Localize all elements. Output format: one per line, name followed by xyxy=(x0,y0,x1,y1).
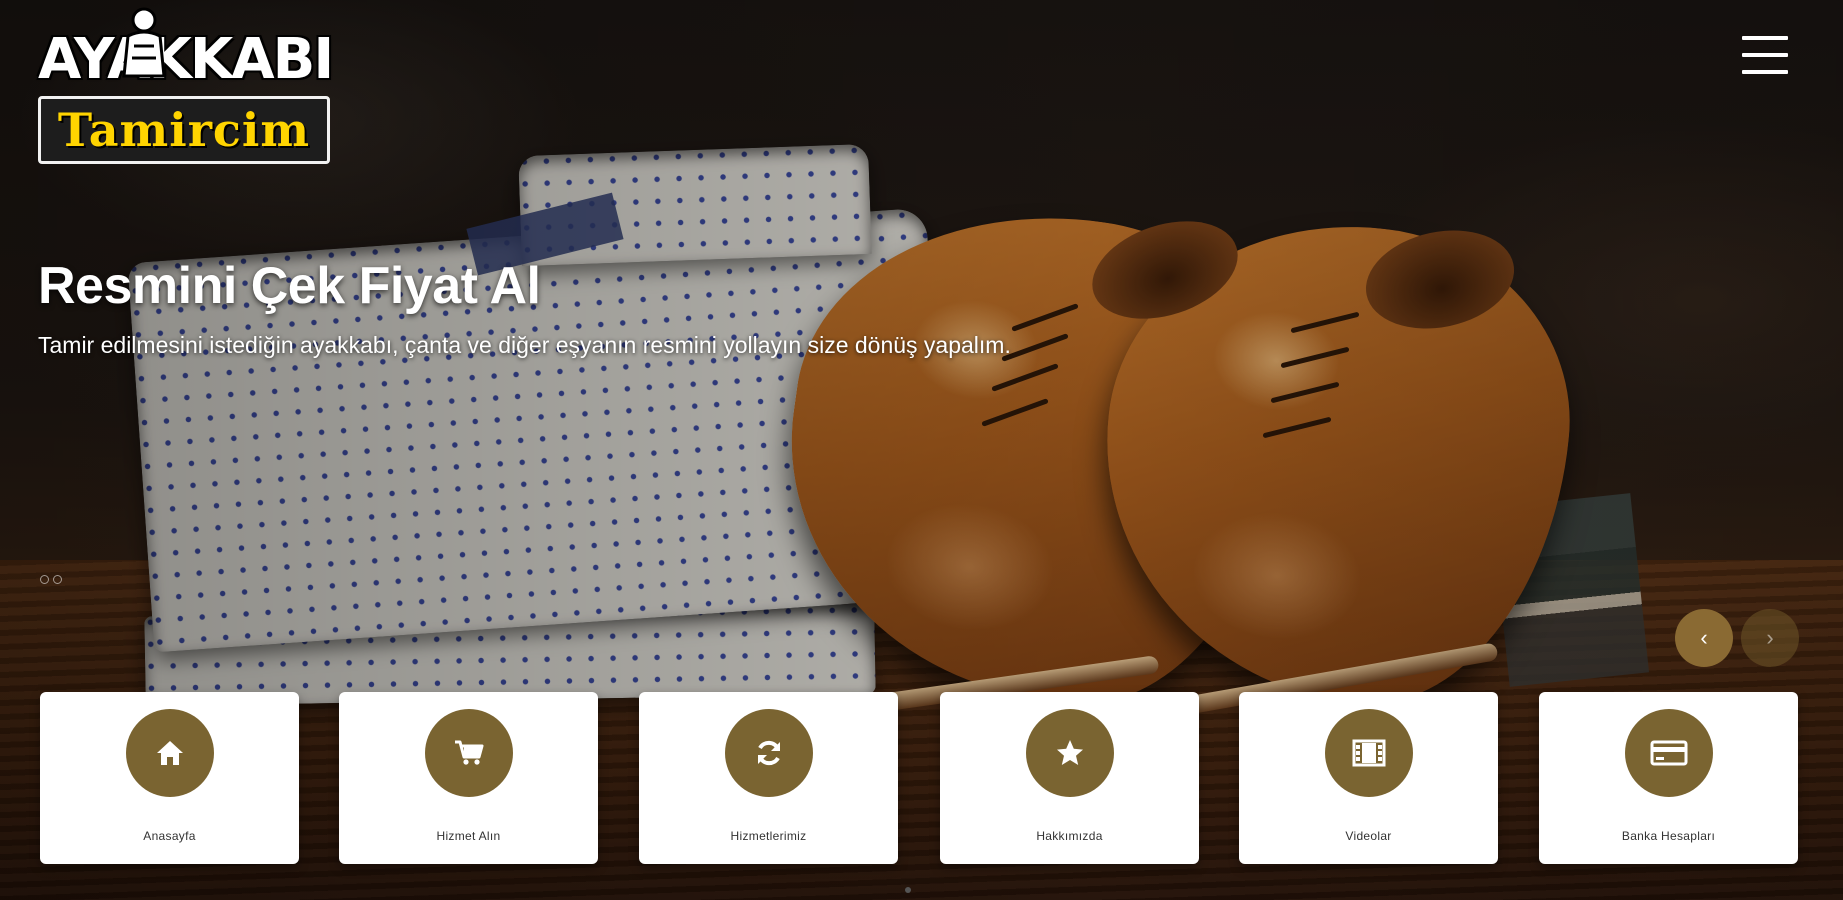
quick-nav-cards: Anasayfa Hizmet Alın Hizmetlerimiz Hakkı… xyxy=(40,692,1800,864)
slide-subtitle: Tamir edilmesini istediğin ayakkabı, çan… xyxy=(38,332,1011,358)
logo-text-top: AYAKKABI xyxy=(38,27,334,92)
icon-circle xyxy=(724,709,813,797)
cobbler-figure-icon xyxy=(122,7,166,78)
icon-circle xyxy=(424,709,513,797)
site-logo[interactable]: AYAKKABI Tamircim xyxy=(38,7,334,164)
star-icon xyxy=(1056,740,1083,765)
nav-card-label: Hizmet Alın xyxy=(436,829,501,843)
nav-card-label: Banka Hesapları xyxy=(1621,829,1716,843)
logo-text-bottom: Tamircim xyxy=(57,103,311,157)
nav-card-label: Hizmetlerimiz xyxy=(730,829,807,843)
slider-next-button[interactable]: › xyxy=(1741,609,1799,667)
nav-card-videolar[interactable]: Videolar xyxy=(1239,692,1498,864)
icon-circle xyxy=(125,709,214,797)
slider-dot[interactable] xyxy=(40,575,49,584)
slide-title: Resmini Çek Fiyat Al xyxy=(38,257,541,315)
film-icon xyxy=(1352,739,1385,767)
chevron-left-icon: ‹ xyxy=(1700,625,1708,650)
nav-card-anasayfa[interactable]: Anasayfa xyxy=(40,692,299,864)
menu-bar xyxy=(1742,53,1788,57)
refresh-icon xyxy=(757,740,780,766)
bottom-pagination xyxy=(905,887,911,893)
slider-pagination xyxy=(40,575,62,584)
hero-slider: AYAKKABI Tamircim Resmini Çek Fiyat Al T… xyxy=(0,0,1843,900)
home-icon xyxy=(156,741,183,765)
hamburger-menu-icon[interactable] xyxy=(1742,34,1788,76)
nav-card-banka-hesaplari[interactable]: Banka Hesapları xyxy=(1539,692,1798,864)
credit-card-icon xyxy=(1650,740,1687,766)
logo-banner: Tamircim xyxy=(38,96,330,164)
nav-card-hizmet-alin[interactable]: Hizmet Alın xyxy=(339,692,598,864)
menu-bar xyxy=(1742,70,1788,74)
nav-card-label: Anasayfa xyxy=(143,829,196,843)
nav-card-label: Hakkımızda xyxy=(1036,829,1103,843)
icon-circle xyxy=(1324,709,1413,797)
menu-bar xyxy=(1742,36,1788,40)
slider-prev-button[interactable]: ‹ xyxy=(1675,609,1733,667)
nav-card-hakkimizda[interactable]: Hakkımızda xyxy=(940,692,1199,864)
nav-card-hizmetlerimiz[interactable]: Hizmetlerimiz xyxy=(639,692,898,864)
nav-card-label: Videolar xyxy=(1345,829,1392,843)
icon-circle xyxy=(1025,709,1114,797)
chevron-right-icon: › xyxy=(1766,625,1774,650)
icon-circle xyxy=(1624,709,1713,797)
pagination-dot[interactable] xyxy=(905,887,911,893)
slider-dot[interactable] xyxy=(53,575,62,584)
cart-icon xyxy=(454,740,483,765)
